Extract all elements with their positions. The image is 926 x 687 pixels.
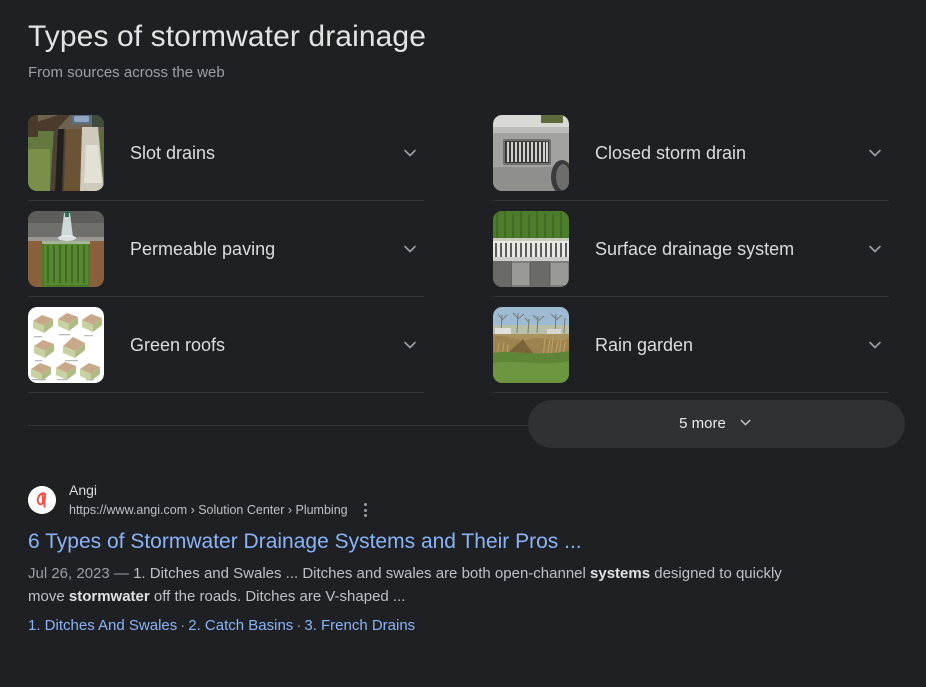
url-line: https://www.angi.com › Solution Center ›…	[69, 500, 375, 519]
sitelinks-row: 1. Ditches And Swales · 2. Catch Basins · 3.…	[28, 614, 898, 637]
search-results-page: Types of stormwater drainage From source…	[0, 0, 926, 687]
rain-garden-landscape-photo	[493, 306, 569, 383]
sitelink-2[interactable]: 2. Catch Basins	[188, 617, 293, 634]
curb-storm-drain-grate-photo	[493, 114, 569, 191]
type-label: Closed storm drain	[595, 142, 747, 163]
slot-drain-trench-photo	[28, 114, 104, 191]
more-types-band: 5 more	[0, 392, 926, 452]
slotted-channel-drain-grass-photo	[493, 210, 569, 287]
type-label: Rain garden	[595, 334, 694, 355]
site-name: Angi	[69, 482, 98, 498]
permeable-paving-cross-section-photo	[28, 210, 104, 287]
search-result: Angi https://www.angi.com › Solution Cen…	[0, 480, 926, 637]
knowledge-panel-header: Types of stormwater drainage From source…	[0, 0, 926, 83]
chevron-down-icon[interactable]	[863, 237, 887, 261]
green-roof-house-diagrams-illustration	[28, 306, 104, 383]
chevron-down-icon[interactable]	[863, 333, 887, 357]
angi-logo-icon	[28, 485, 56, 514]
sitelink-separator: ·	[180, 617, 186, 634]
chevron-down-icon[interactable]	[398, 237, 422, 261]
drainage-types-grid: Slot drains Permeable paving Green roofs…	[0, 105, 926, 393]
snippet-part-3: off the roads. Ditches are V-shaped ...	[149, 588, 406, 605]
type-row-rain-garden[interactable]: Rain garden	[493, 297, 889, 393]
chevron-down-icon[interactable]	[863, 141, 887, 165]
snippet-dash: —	[113, 565, 129, 582]
type-row-permeable-paving[interactable]: Permeable paving	[28, 201, 424, 297]
types-column-right: Closed storm drain Surface drainage syst…	[493, 105, 889, 393]
snippet-date: Jul 26, 2023	[28, 565, 110, 582]
sitelink-1[interactable]: 1. Ditches And Swales	[28, 617, 177, 634]
panel-subtitle: From sources across the web	[28, 64, 225, 81]
result-header: Angi https://www.angi.com › Solution Cen…	[28, 480, 898, 519]
breadcrumb: https://www.angi.com › Solution Center ›…	[69, 502, 348, 517]
snippet-part-1: 1. Ditches and Swales ... Ditches and sw…	[133, 565, 591, 582]
type-row-closed-storm-drain[interactable]: Closed storm drain	[493, 105, 889, 201]
three-dot-menu-icon[interactable]	[357, 501, 375, 519]
type-row-slot-drains[interactable]: Slot drains	[28, 105, 424, 201]
more-button-label: 5 more	[679, 415, 726, 432]
types-column-left: Slot drains Permeable paving Green roofs	[28, 105, 424, 393]
type-label: Green roofs	[130, 334, 226, 355]
type-label: Slot drains	[130, 142, 216, 163]
page-title: Types of stormwater drainage	[28, 20, 426, 53]
snippet-bold-2: stormwater	[68, 588, 150, 605]
snippet-bold-1: systems	[590, 565, 651, 582]
chevron-down-icon	[737, 414, 754, 434]
type-row-green-roofs[interactable]: Green roofs	[28, 297, 424, 393]
result-snippet: Jul 26, 2023 — 1. Ditches and Swales ...…	[28, 562, 818, 608]
sitelink-separator: ·	[296, 617, 302, 634]
chevron-down-icon[interactable]	[398, 333, 422, 357]
chevron-down-icon[interactable]	[398, 141, 422, 165]
type-row-surface-drainage-system[interactable]: Surface drainage system	[493, 201, 889, 297]
type-label: Surface drainage system	[595, 238, 795, 259]
show-more-types-button[interactable]: 5 more	[528, 400, 905, 448]
type-label: Permeable paving	[130, 238, 276, 259]
site-meta: Angi https://www.angi.com › Solution Cen…	[69, 480, 375, 519]
result-title-link[interactable]: 6 Types of Stormwater Drainage Systems a…	[28, 528, 582, 555]
sitelink-3[interactable]: 3. French Drains	[304, 617, 415, 634]
